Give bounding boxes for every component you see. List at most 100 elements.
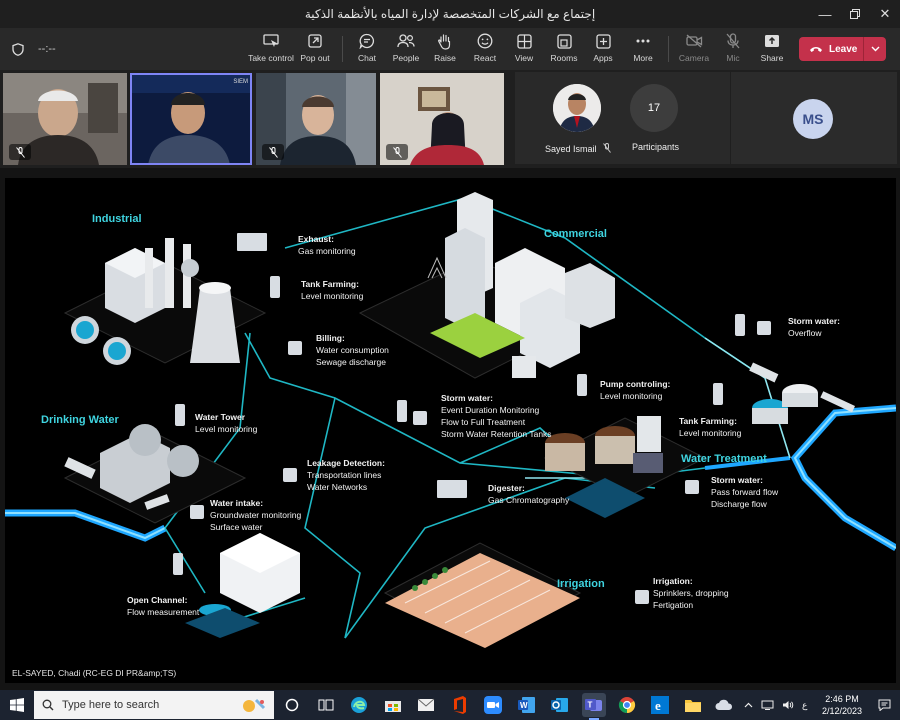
- maximize-button[interactable]: [840, 0, 870, 28]
- clock-date: 2/12/2023: [821, 706, 863, 716]
- callout-leakage-detection: Leakage Detection: Transportation lines Wa…: [307, 458, 385, 492]
- apps-icon: [595, 33, 611, 49]
- video-tile[interactable]: [256, 73, 376, 165]
- video-tile[interactable]: [380, 73, 504, 165]
- office-icon: [454, 696, 466, 714]
- outlook-button[interactable]: [548, 693, 572, 717]
- muted-indicator: [262, 144, 284, 160]
- taskbar-clock[interactable]: 2:46 PM 2/12/2023: [818, 693, 866, 717]
- participant-name: Sayed Ismail: [545, 143, 611, 154]
- weather-widget[interactable]: [715, 690, 733, 720]
- zoom-icon: [484, 696, 502, 714]
- avatar[interactable]: [553, 84, 601, 132]
- area-title-industrial: Industrial: [92, 213, 142, 225]
- callout-storm-water-discharge: Storm water: Pass forward flow Discharge f…: [711, 475, 779, 509]
- callout-tank-farming: Tank Farming: Level monitoring: [301, 279, 364, 301]
- hang-up-icon: [810, 47, 822, 52]
- task-view-icon: [318, 699, 334, 711]
- muted-indicator: [386, 144, 408, 160]
- mic-off-icon: [603, 143, 611, 153]
- mic-off-icon: [268, 146, 278, 158]
- search-highlight-icon: [243, 698, 266, 712]
- svg-text:W: W: [520, 701, 528, 710]
- callout-water-tower: Water Tower Level monitoring: [195, 412, 258, 434]
- cloud-icon: [715, 699, 733, 710]
- outlook-icon: [551, 698, 568, 712]
- teams-icon: T: [585, 699, 602, 711]
- take-control-button[interactable]: Take control: [247, 32, 295, 66]
- input-language[interactable]: ع: [802, 700, 807, 711]
- chat-icon: [359, 33, 375, 49]
- camera-off-icon: [685, 34, 702, 48]
- leave-button[interactable]: Leave: [799, 37, 886, 61]
- share-button[interactable]: Share: [748, 32, 796, 66]
- pop-out-button[interactable]: Pop out: [291, 32, 339, 66]
- zoom-button[interactable]: [481, 693, 505, 717]
- minimize-button[interactable]: —: [810, 0, 840, 28]
- callout-water-intake: Water intake: Groundwater monitoring Surfa…: [210, 498, 302, 532]
- edge-alt-button[interactable]: e: [648, 693, 672, 717]
- close-button[interactable]: ✕: [870, 0, 900, 28]
- store-icon: [385, 701, 401, 712]
- callout-exhaust: Exhaust: Gas monitoring: [298, 234, 356, 256]
- office-button[interactable]: [448, 693, 472, 717]
- callout-irrigation: Irrigation: Sprinklers, dropping Fertigati…: [653, 576, 729, 610]
- notifications-button[interactable]: [872, 690, 896, 720]
- notification-icon: [878, 699, 890, 711]
- shield-icon: [12, 42, 24, 56]
- restore-icon: [850, 9, 860, 19]
- store-button[interactable]: [381, 693, 405, 717]
- chrome-icon: [618, 697, 636, 714]
- area-title-water-treatment: Water Treatment: [681, 453, 767, 465]
- edge-icon: [351, 697, 367, 713]
- participant-count-badge[interactable]: 17: [630, 84, 678, 132]
- toolbar-left: --:--: [12, 28, 56, 70]
- leave-main[interactable]: Leave: [799, 37, 863, 61]
- irrigation-field: [385, 553, 580, 648]
- svg-text:e: e: [655, 698, 661, 713]
- callout-tank-farming-2: Tank Farming: Level monitoring: [679, 416, 742, 438]
- area-title-drinking-water: Drinking Water: [41, 414, 119, 426]
- meeting-toolbar: --:-- Take control Pop out Chat People R…: [0, 28, 900, 70]
- word-button[interactable]: W: [515, 693, 539, 717]
- leave-options-button[interactable]: [864, 37, 886, 61]
- more-icon: [636, 39, 650, 43]
- volume-icon[interactable]: [782, 700, 794, 710]
- network-icon[interactable]: [761, 700, 774, 710]
- system-tray: ع: [744, 690, 807, 720]
- taskbar-search-box[interactable]: Type here to search: [34, 691, 274, 719]
- window-title: إجتماع مع الشركات المتخصصة لإدارة المياه…: [304, 7, 596, 21]
- river-pipe-right: [790, 404, 896, 552]
- teams-button[interactable]: T: [582, 693, 606, 720]
- file-explorer-icon: [685, 700, 701, 712]
- toolbar-divider: [668, 36, 669, 62]
- chevron-down-icon: [871, 46, 879, 52]
- callout-billing: Billing: Water consumption Sewage discharg…: [316, 333, 389, 367]
- water-intake-building: [185, 533, 300, 638]
- video-tile-active-speaker[interactable]: SIEM: [130, 73, 252, 165]
- cortana-button[interactable]: [280, 693, 304, 717]
- pop-out-icon: [308, 34, 322, 48]
- raise-hand-icon: [438, 33, 451, 50]
- word-icon: W: [518, 697, 535, 713]
- chevron-up-icon[interactable]: [744, 702, 753, 708]
- meeting-timer: --:--: [38, 43, 56, 55]
- clock-time: 2:46 PM: [825, 694, 859, 704]
- initials-avatar: MS: [793, 99, 833, 139]
- file-explorer-button[interactable]: [681, 693, 705, 717]
- muted-indicator: [9, 144, 31, 160]
- callout-open-channel: Open Channel: Flow measurement: [127, 595, 200, 617]
- mic-off-icon: [392, 146, 402, 158]
- video-tile[interactable]: [3, 73, 127, 165]
- edge-button[interactable]: [347, 693, 371, 717]
- share-icon: [765, 35, 779, 47]
- more-button[interactable]: More: [619, 32, 667, 66]
- task-view-button[interactable]: [314, 693, 338, 717]
- title-bar: إجتماع مع الشركات المتخصصة لإدارة المياه…: [0, 0, 900, 28]
- chrome-button[interactable]: [615, 693, 639, 717]
- window-controls: — ✕: [810, 0, 900, 28]
- callout-storm-water-overflow: Storm water: Overflow: [788, 316, 840, 338]
- take-control-icon: [263, 34, 279, 47]
- start-button[interactable]: [0, 690, 34, 720]
- mail-button[interactable]: [414, 693, 438, 717]
